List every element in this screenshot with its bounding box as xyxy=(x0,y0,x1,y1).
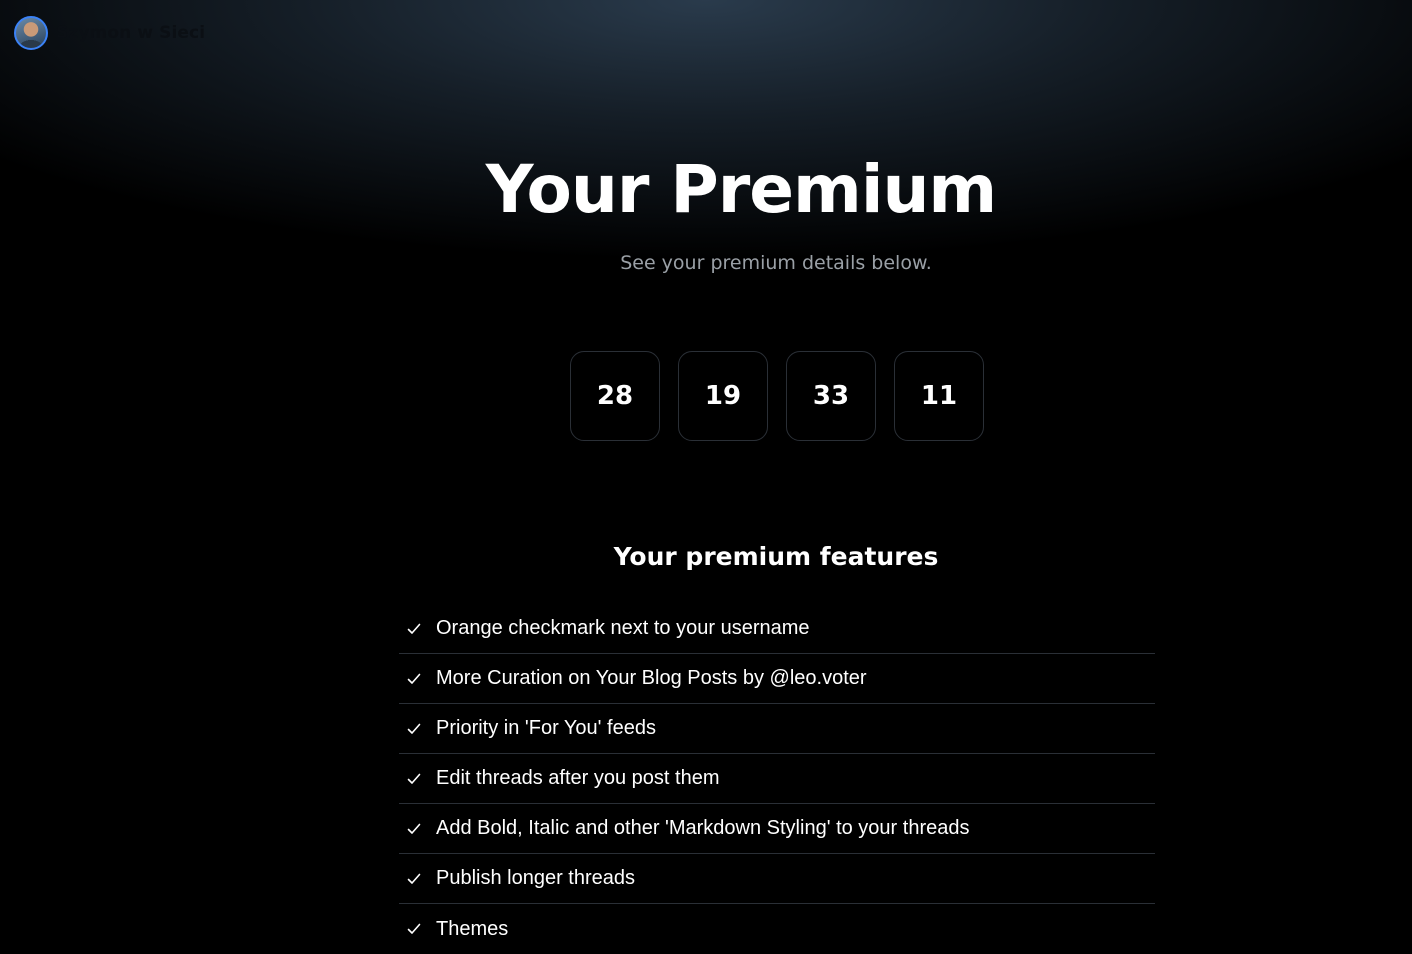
check-icon xyxy=(407,623,421,634)
check-icon xyxy=(407,923,421,934)
feature-item: Themes xyxy=(399,904,1155,954)
feature-label: More Curation on Your Blog Posts by @leo… xyxy=(436,667,867,689)
username[interactable]: Szymon w Sieci xyxy=(56,23,205,43)
features-heading: Your premium features xyxy=(613,542,939,571)
check-icon xyxy=(407,873,421,884)
avatar[interactable] xyxy=(14,16,48,50)
premium-countdown: 28 19 33 11 xyxy=(570,351,984,441)
feature-item: Publish longer threads xyxy=(399,854,1155,904)
check-icon xyxy=(407,773,421,784)
countdown-box: 33 xyxy=(786,351,876,441)
page-title: Your Premium xyxy=(485,151,997,228)
features-list: Orange checkmark next to your username M… xyxy=(399,604,1155,954)
feature-label: Add Bold, Italic and other 'Markdown Sty… xyxy=(436,817,970,839)
feature-item: Orange checkmark next to your username xyxy=(399,604,1155,654)
feature-label: Priority in 'For You' feeds xyxy=(436,717,656,739)
feature-label: Themes xyxy=(436,917,509,940)
feature-item: More Curation on Your Blog Posts by @leo… xyxy=(399,654,1155,704)
feature-item: Edit threads after you post them xyxy=(399,754,1155,804)
check-icon xyxy=(407,823,421,834)
feature-label: Edit threads after you post them xyxy=(436,767,720,789)
countdown-box: 28 xyxy=(570,351,660,441)
feature-item: Priority in 'For You' feeds xyxy=(399,704,1155,754)
check-icon xyxy=(407,673,421,684)
countdown-box: 19 xyxy=(678,351,768,441)
feature-label: Publish longer threads xyxy=(436,867,636,889)
check-icon xyxy=(407,723,421,734)
page-subtitle: See your premium details below. xyxy=(620,252,932,274)
premium-page: Szymon w Sieci Your Premium See your pre… xyxy=(0,0,1412,954)
feature-item: Add Bold, Italic and other 'Markdown Sty… xyxy=(399,804,1155,854)
countdown-box: 11 xyxy=(894,351,984,441)
user-header[interactable]: Szymon w Sieci xyxy=(14,16,205,50)
feature-label: Orange checkmark next to your username xyxy=(436,617,810,639)
